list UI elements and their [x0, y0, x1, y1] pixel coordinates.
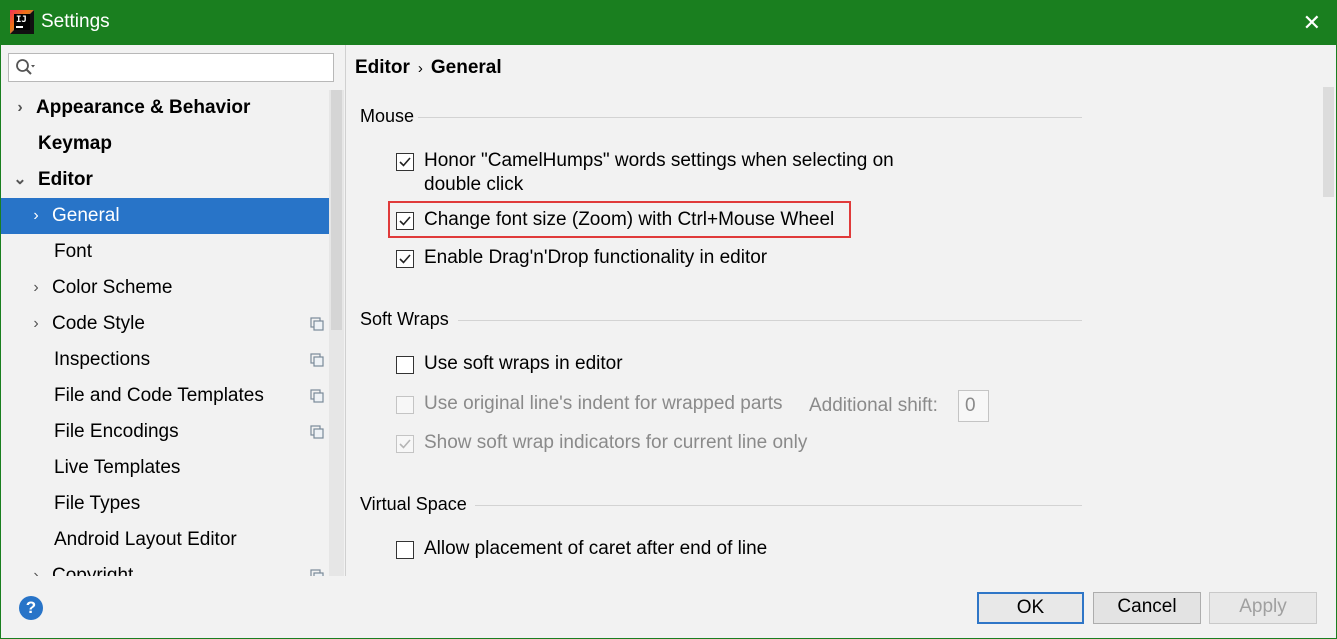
breadcrumb: Editor › General: [355, 57, 502, 79]
checkbox-original-indent: [396, 396, 414, 414]
tree-item-android-layout-editor[interactable]: Android Layout Editor: [0, 522, 344, 558]
option-soft-wrap-indicators: Show soft wrap indicators for current li…: [396, 431, 816, 457]
sidebar-scrollbar-thumb[interactable]: [331, 90, 342, 330]
section-title-mouse: Mouse: [360, 106, 415, 126]
help-button[interactable]: ?: [19, 596, 43, 620]
chevron-right-icon[interactable]: ›: [29, 270, 43, 306]
copy-icon: [310, 425, 324, 439]
tree-item-copyright[interactable]: › Copyright: [0, 558, 344, 576]
breadcrumb-current: General: [430, 57, 502, 78]
tree-item-inspections[interactable]: Inspections: [0, 342, 344, 378]
settings-sidebar: › Appearance & Behavior Keymap ⌄ Editor …: [0, 45, 346, 576]
breadcrumb-parent[interactable]: Editor: [355, 57, 410, 78]
content-scrollbar[interactable]: [1321, 87, 1336, 576]
checkbox-camelhumps[interactable]: [396, 153, 414, 171]
tree-item-code-style[interactable]: › Code Style: [0, 306, 344, 342]
dialog-footer: ? OK Cancel Apply: [0, 576, 1337, 639]
intellij-idea-icon: IJ: [10, 10, 34, 34]
copy-icon: [310, 353, 324, 367]
option-label: Allow placement of caret after end of li…: [424, 538, 768, 559]
breadcrumb-separator: ›: [417, 60, 423, 77]
option-label: Enable Drag'n'Drop functionality in edit…: [424, 247, 768, 268]
chevron-right-icon[interactable]: ›: [29, 198, 43, 234]
chevron-right-icon[interactable]: ›: [29, 306, 43, 342]
settings-panel: Mouse Honor "CamelHumps" words settings …: [346, 87, 1337, 576]
tree-item-appearance-behavior[interactable]: › Appearance & Behavior: [0, 90, 344, 126]
option-label: Use original line's indent for wrapped p…: [424, 393, 783, 414]
chevron-down-icon[interactable]: ⌄: [13, 162, 27, 198]
section-divider: [418, 117, 1082, 118]
cancel-button[interactable]: Cancel: [1093, 592, 1201, 624]
content-scrollbar-thumb[interactable]: [1323, 87, 1334, 197]
option-drag-drop[interactable]: Enable Drag'n'Drop functionality in edit…: [396, 246, 816, 272]
copy-icon: [310, 317, 324, 331]
option-label: Show soft wrap indicators for current li…: [424, 432, 808, 453]
sidebar-scrollbar[interactable]: [329, 90, 344, 576]
apply-button: Apply: [1209, 592, 1317, 624]
settings-content: Editor › General Mouse Honor "CamelHumps" …: [346, 45, 1337, 576]
additional-shift-label: Additional shift:: [809, 395, 938, 416]
option-label: double click: [424, 174, 524, 195]
tree-item-keymap[interactable]: Keymap: [0, 126, 344, 162]
chevron-right-icon[interactable]: ›: [29, 558, 43, 576]
checkbox-soft-wrap-indicators: [396, 435, 414, 453]
section-divider: [458, 320, 1082, 321]
section-title-virtual-space: Virtual Space: [360, 494, 467, 514]
search-input[interactable]: [8, 53, 334, 82]
tree-item-file-types[interactable]: File Types: [0, 486, 344, 522]
window-title: Settings: [41, 11, 110, 32]
tree-item-live-templates[interactable]: Live Templates: [0, 450, 344, 486]
title-bar: IJ Settings ✕: [0, 0, 1337, 45]
window-border: [0, 45, 1, 639]
tree-item-file-encodings[interactable]: File Encodings: [0, 414, 344, 450]
chevron-right-icon[interactable]: ›: [13, 90, 27, 126]
annotation-highlight-box: [388, 201, 851, 238]
tree-item-file-code-templates[interactable]: File and Code Templates: [0, 378, 344, 414]
section-divider: [475, 505, 1082, 506]
tree-item-font[interactable]: Font: [0, 234, 344, 270]
option-camelhumps[interactable]: Honor "CamelHumps" words settings when s…: [396, 149, 956, 197]
search-icon: [16, 59, 35, 75]
tree-item-editor[interactable]: ⌄ Editor: [0, 162, 344, 198]
section-title-soft-wraps: Soft Wraps: [360, 309, 449, 329]
checkbox-drag-drop[interactable]: [396, 250, 414, 268]
tree-item-color-scheme[interactable]: › Color Scheme: [0, 270, 344, 306]
copy-icon: [310, 569, 324, 576]
option-label: Honor "CamelHumps" words settings when s…: [424, 150, 894, 171]
checkbox-caret-after-eol[interactable]: [396, 541, 414, 559]
option-caret-after-eol[interactable]: Allow placement of caret after end of li…: [396, 537, 776, 563]
checkbox-use-soft-wraps[interactable]: [396, 356, 414, 374]
ok-button[interactable]: OK: [977, 592, 1084, 624]
tree-item-general[interactable]: › General: [0, 198, 344, 234]
copy-icon: [310, 389, 324, 403]
additional-shift-input: 0: [958, 390, 989, 422]
option-use-soft-wraps[interactable]: Use soft wraps in editor: [396, 352, 656, 378]
option-label: Use soft wraps in editor: [424, 353, 623, 374]
option-original-indent: Use original line's indent for wrapped p…: [396, 392, 796, 418]
close-icon[interactable]: ✕: [1303, 10, 1321, 36]
